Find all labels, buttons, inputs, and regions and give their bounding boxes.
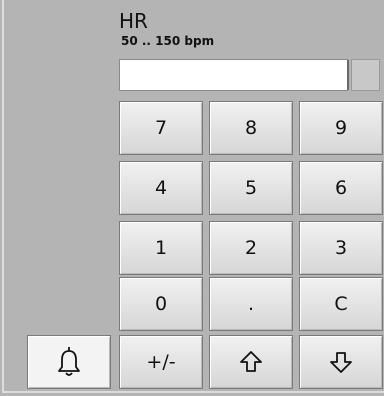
arrow-down-icon [329, 350, 353, 374]
key-clear[interactable]: C [299, 277, 383, 331]
key-3[interactable]: 3 [299, 221, 383, 275]
divider [2, 0, 4, 392]
key-9[interactable]: 9 [299, 101, 383, 155]
input-caret [347, 60, 349, 90]
key-decimal-point[interactable]: . [209, 277, 293, 331]
key-7[interactable]: 7 [119, 101, 203, 155]
divider [2, 391, 384, 393]
parameter-title: HR [119, 9, 148, 33]
parameter-range: 50 .. 150 bpm [121, 34, 215, 48]
numeric-keypad-dialog: HR 50 .. 150 bpm 7 8 9 4 5 6 1 2 3 0 . C… [0, 0, 384, 396]
key-5[interactable]: 5 [209, 161, 293, 215]
alarm-button[interactable] [27, 335, 111, 389]
key-4[interactable]: 4 [119, 161, 203, 215]
input-scroll-handle[interactable] [351, 59, 380, 91]
key-0[interactable]: 0 [119, 277, 203, 331]
key-8[interactable]: 8 [209, 101, 293, 155]
bell-icon [56, 345, 82, 379]
value-input[interactable] [119, 59, 348, 91]
sign-toggle-button[interactable]: +/- [119, 335, 203, 389]
key-1[interactable]: 1 [119, 221, 203, 275]
key-2[interactable]: 2 [209, 221, 293, 275]
key-6[interactable]: 6 [299, 161, 383, 215]
decrement-button[interactable] [299, 335, 383, 389]
arrow-up-icon [239, 350, 263, 374]
increment-button[interactable] [209, 335, 293, 389]
